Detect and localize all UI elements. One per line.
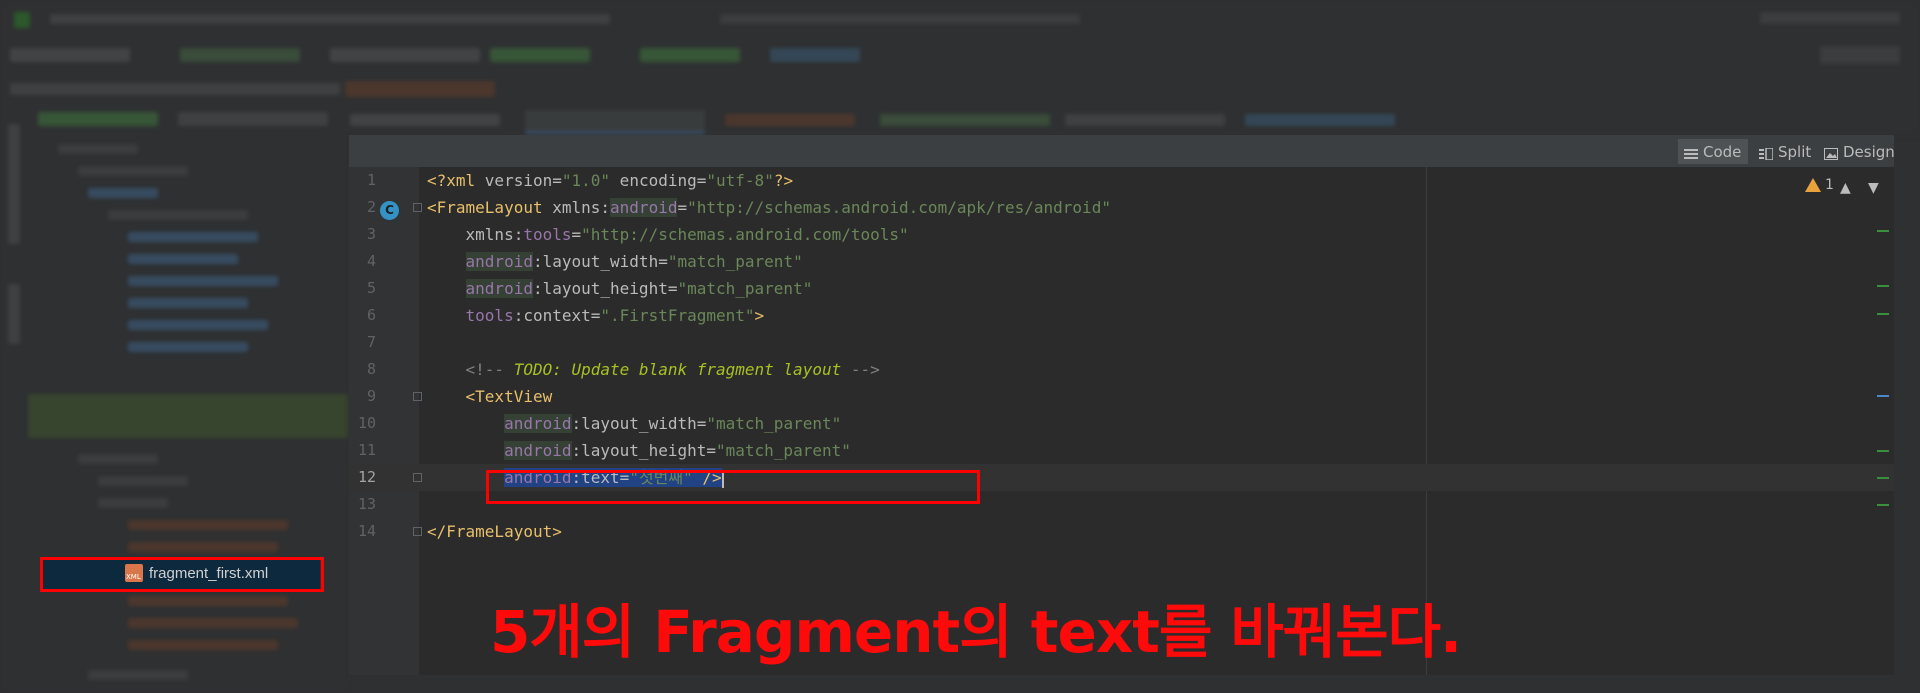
editor-header: Code Split Design	[349, 135, 1895, 167]
line-number: 4	[366, 252, 376, 270]
line-number: 9	[366, 387, 376, 405]
line-number: 1	[366, 171, 376, 189]
fold-marker[interactable]	[413, 203, 422, 212]
change-marker	[1877, 230, 1889, 232]
code-line-3: xmlns:tools="http://schemas.android.com/…	[427, 225, 909, 244]
line-number: 12	[357, 468, 376, 486]
warning-icon	[1805, 178, 1821, 192]
line-number: 3	[366, 225, 376, 243]
warnings-count: 1	[1825, 177, 1834, 193]
line-number: 7	[366, 333, 376, 351]
fold-marker[interactable]	[413, 527, 422, 536]
next-highlight-icon[interactable]: ▼	[1868, 180, 1879, 196]
caret-marker	[1877, 395, 1889, 397]
change-marker	[1877, 313, 1889, 315]
line-number: 6	[366, 306, 376, 324]
code-line-11: android:layout_height="match_parent"	[504, 441, 851, 460]
code-highlight-box	[486, 470, 980, 504]
fold-marker[interactable]	[413, 473, 422, 482]
code-line-14: </FrameLayout>	[427, 522, 562, 541]
code-line-1: <?xml version="1.0" encoding="utf-8"?>	[427, 171, 794, 190]
split-view-icon	[1759, 146, 1774, 161]
code-view-icon	[1684, 146, 1698, 159]
class-gutter-icon[interactable]: C	[380, 201, 399, 220]
line-number: 2	[366, 198, 376, 216]
design-view-label: Design	[1843, 142, 1895, 161]
line-number: 10	[357, 414, 376, 432]
warnings-indicator[interactable]: 1	[1805, 177, 1834, 193]
change-marker	[1877, 450, 1889, 452]
line-number: 13	[357, 495, 376, 513]
code-line-10: android:layout_width="match_parent"	[504, 414, 842, 433]
code-line-6: tools:context=".FirstFragment">	[465, 306, 765, 325]
design-view-icon	[1824, 146, 1838, 160]
split-view-label: Split	[1778, 142, 1812, 161]
split-view-button[interactable]: Split	[1753, 139, 1813, 164]
code-line-4: android:layout_width="match_parent"	[465, 252, 803, 271]
change-marker	[1877, 285, 1889, 287]
code-line-8: <!-- TODO: Update blank fragment layout …	[427, 360, 880, 379]
previous-highlight-icon[interactable]: ▲	[1840, 180, 1851, 196]
line-number: 5	[366, 279, 376, 297]
line-number: 14	[357, 522, 376, 540]
line-number: 8	[366, 360, 376, 378]
line-number: 11	[357, 441, 376, 459]
code-view-label: Code	[1703, 142, 1742, 161]
change-marker	[1877, 504, 1889, 506]
design-view-button[interactable]: Design	[1818, 139, 1895, 164]
code-line-5: android:layout_height="match_parent"	[465, 279, 813, 298]
code-line-9: <TextView	[465, 387, 553, 406]
code-view-button[interactable]: Code	[1678, 139, 1748, 164]
file-highlight-box	[40, 557, 324, 592]
annotation-caption: 5개의 Fragment의 text를 바꿔본다.	[490, 598, 1462, 666]
code-line-2: <FrameLayout xmlns:android="http://schem…	[427, 198, 1111, 217]
change-marker	[1877, 477, 1889, 479]
fold-marker[interactable]	[413, 392, 422, 401]
